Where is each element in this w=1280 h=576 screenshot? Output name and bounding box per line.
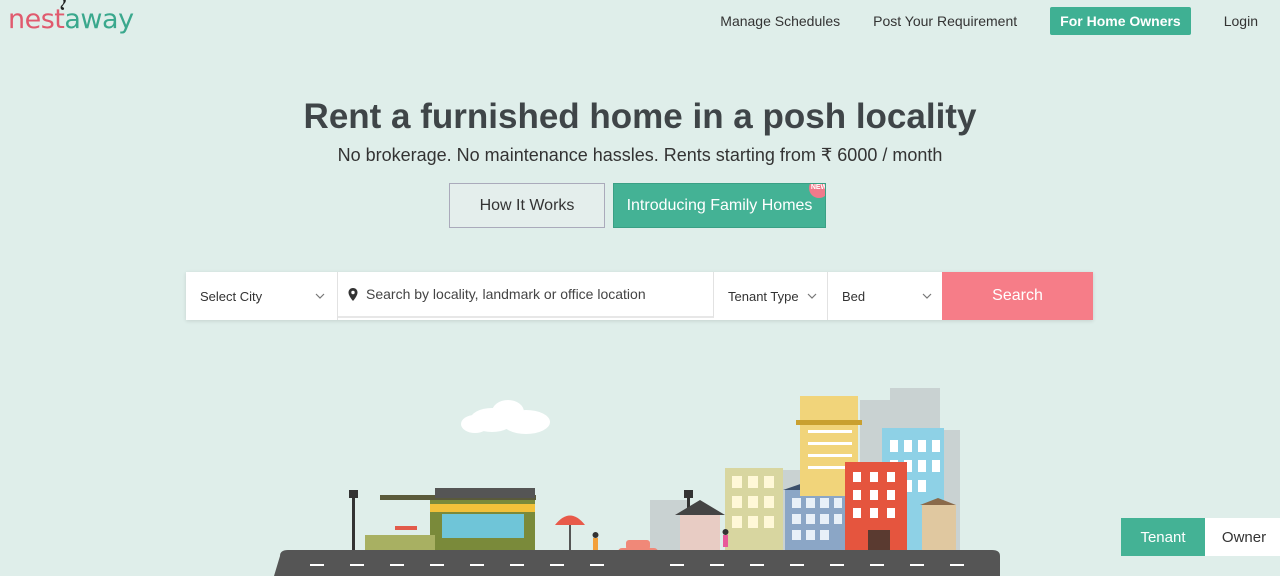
logo-part-away: away bbox=[64, 4, 134, 35]
hero-title: Rent a furnished home in a posh locality bbox=[303, 97, 977, 136]
home-owners-button[interactable]: For Home Owners bbox=[1050, 7, 1191, 35]
city-select[interactable]: Select City bbox=[186, 272, 338, 320]
search-button-label: Search bbox=[992, 287, 1043, 304]
chevron-down-icon bbox=[807, 293, 817, 299]
tenant-type-label: Tenant Type bbox=[728, 288, 799, 304]
map-pin-icon bbox=[348, 287, 358, 301]
bed-select[interactable]: Bed bbox=[828, 272, 942, 320]
owner-toggle-button[interactable]: Owner bbox=[1205, 518, 1280, 556]
owner-toggle-label: Owner bbox=[1221, 528, 1267, 546]
city-illustration bbox=[274, 388, 1000, 576]
bed-select-label: Bed bbox=[842, 288, 866, 304]
family-homes-button[interactable]: Introducing Family Homes NEW bbox=[613, 183, 826, 228]
manage-schedules-link[interactable]: Manage Schedules bbox=[720, 13, 840, 29]
tenant-type-select[interactable]: Tenant Type bbox=[714, 272, 828, 320]
how-it-works-label: How It Works bbox=[479, 196, 575, 214]
chevron-down-icon bbox=[922, 293, 932, 299]
search-bar: Select City Tenant Type Bed Search bbox=[186, 272, 1093, 320]
role-toggle: Tenant Owner bbox=[1121, 518, 1280, 556]
hero-subtitle: No brokerage. No maintenance hassles. Re… bbox=[337, 145, 943, 165]
logo-part-nest: nest bbox=[8, 4, 65, 35]
search-button[interactable]: Search bbox=[942, 272, 1093, 320]
tenant-toggle-label: Tenant bbox=[1140, 528, 1186, 546]
logo-text: nestaway bbox=[8, 4, 134, 35]
family-homes-label: Introducing Family Homes bbox=[626, 196, 813, 214]
cta-row: How It Works Introducing Family Homes NE… bbox=[449, 183, 826, 228]
post-requirement-link[interactable]: Post Your Requirement bbox=[873, 13, 1017, 29]
login-link[interactable]: Login bbox=[1224, 13, 1258, 29]
city-select-label: Select City bbox=[200, 288, 263, 304]
cloud-icon bbox=[461, 400, 550, 434]
chevron-down-icon bbox=[315, 293, 325, 299]
location-search-input[interactable] bbox=[366, 286, 696, 302]
tenant-toggle-button[interactable]: Tenant bbox=[1121, 518, 1205, 556]
top-nav: Manage Schedules Post Your Requirement F… bbox=[687, 7, 1258, 35]
how-it-works-button[interactable]: How It Works bbox=[449, 183, 605, 228]
location-field[interactable] bbox=[338, 272, 714, 318]
